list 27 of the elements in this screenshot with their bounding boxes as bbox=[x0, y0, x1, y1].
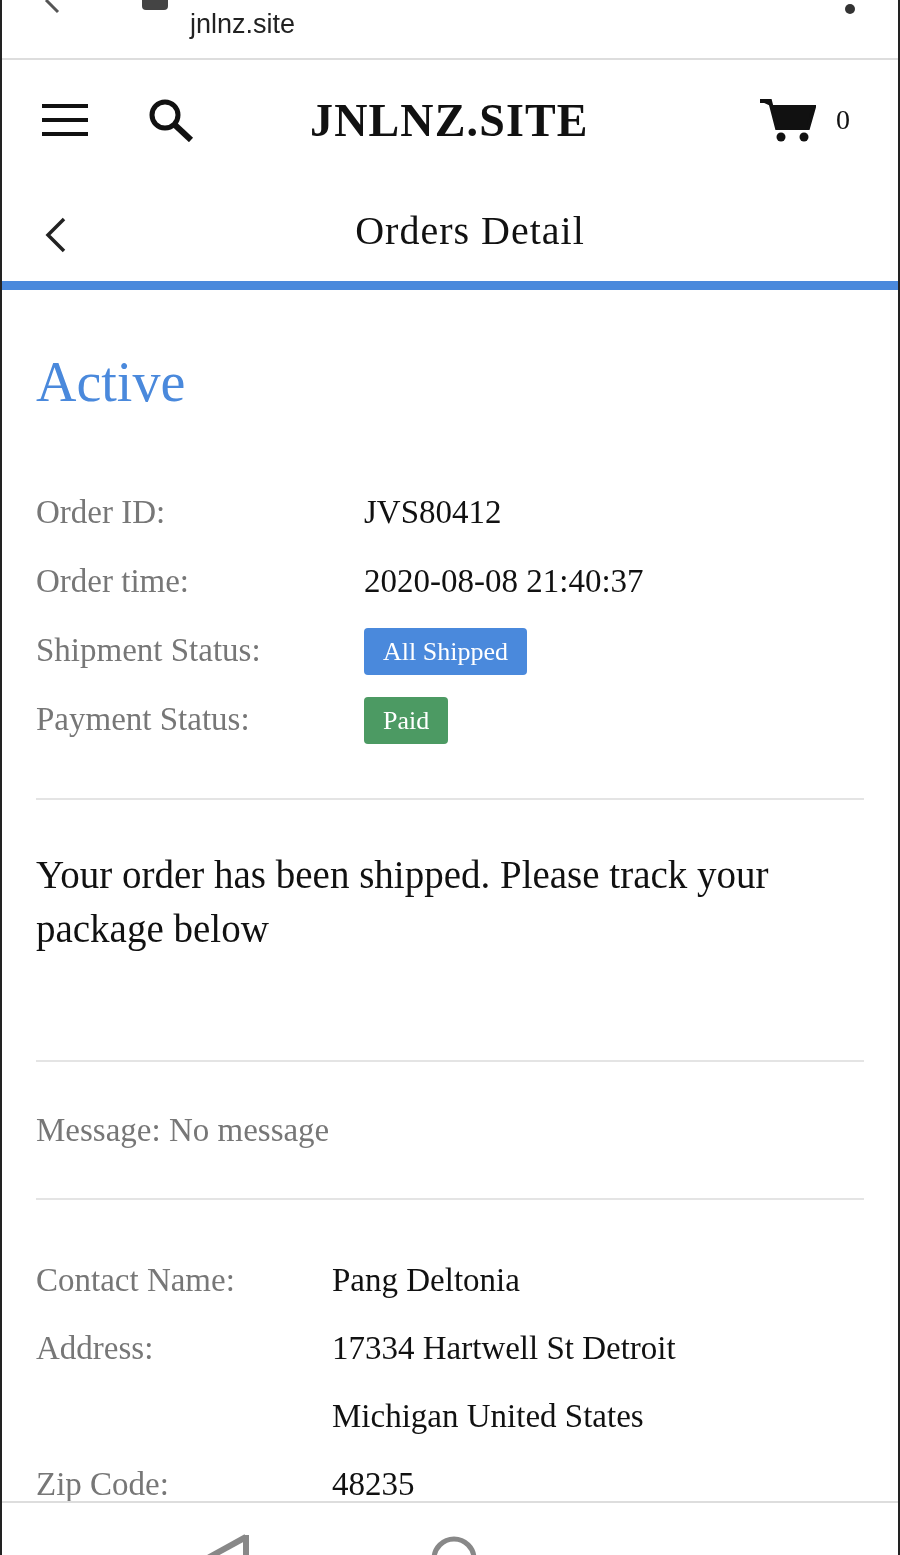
shipping-notice: Your order has been shipped. Please track your package below bbox=[36, 852, 770, 953]
field-value: JVS80412 bbox=[364, 493, 502, 533]
url-text[interactable]: jnlnz.site bbox=[190, 4, 296, 45]
field-value: Pang Deltonia bbox=[332, 1260, 520, 1300]
field-value: Michigan United States bbox=[332, 1396, 645, 1436]
field-value: 48235 bbox=[332, 1464, 415, 1504]
field-label: Shipment Status: bbox=[36, 631, 262, 671]
field-label: Zip Code: bbox=[36, 1464, 170, 1504]
site-logo[interactable]: JNLNZ.SITE bbox=[310, 85, 589, 155]
cart-count: 0 bbox=[836, 103, 850, 137]
field-label: Contact Name: bbox=[36, 1260, 236, 1300]
field-label: Order ID: bbox=[36, 493, 167, 533]
field-value: 17334 Hartwell St Detroit bbox=[332, 1328, 676, 1368]
field-value: 2020-08-08 21:40:37 bbox=[364, 562, 644, 602]
field-label: Address: bbox=[36, 1328, 155, 1368]
field-label: Order time: bbox=[36, 562, 191, 602]
tab-icon[interactable] bbox=[142, 0, 168, 10]
field-label: Payment Status: bbox=[36, 700, 251, 740]
cart-icon[interactable] bbox=[760, 98, 816, 142]
back-chevron-icon[interactable] bbox=[44, 217, 68, 253]
status-badge: Paid bbox=[364, 696, 449, 744]
order-status-heading: Active bbox=[36, 354, 187, 410]
status-badge: All Shipped bbox=[364, 627, 527, 675]
order-message: Message: No message bbox=[36, 1111, 331, 1150]
search-icon[interactable] bbox=[148, 98, 194, 142]
page-title: Orders Detail bbox=[355, 206, 585, 255]
menu-icon[interactable] bbox=[42, 103, 88, 137]
